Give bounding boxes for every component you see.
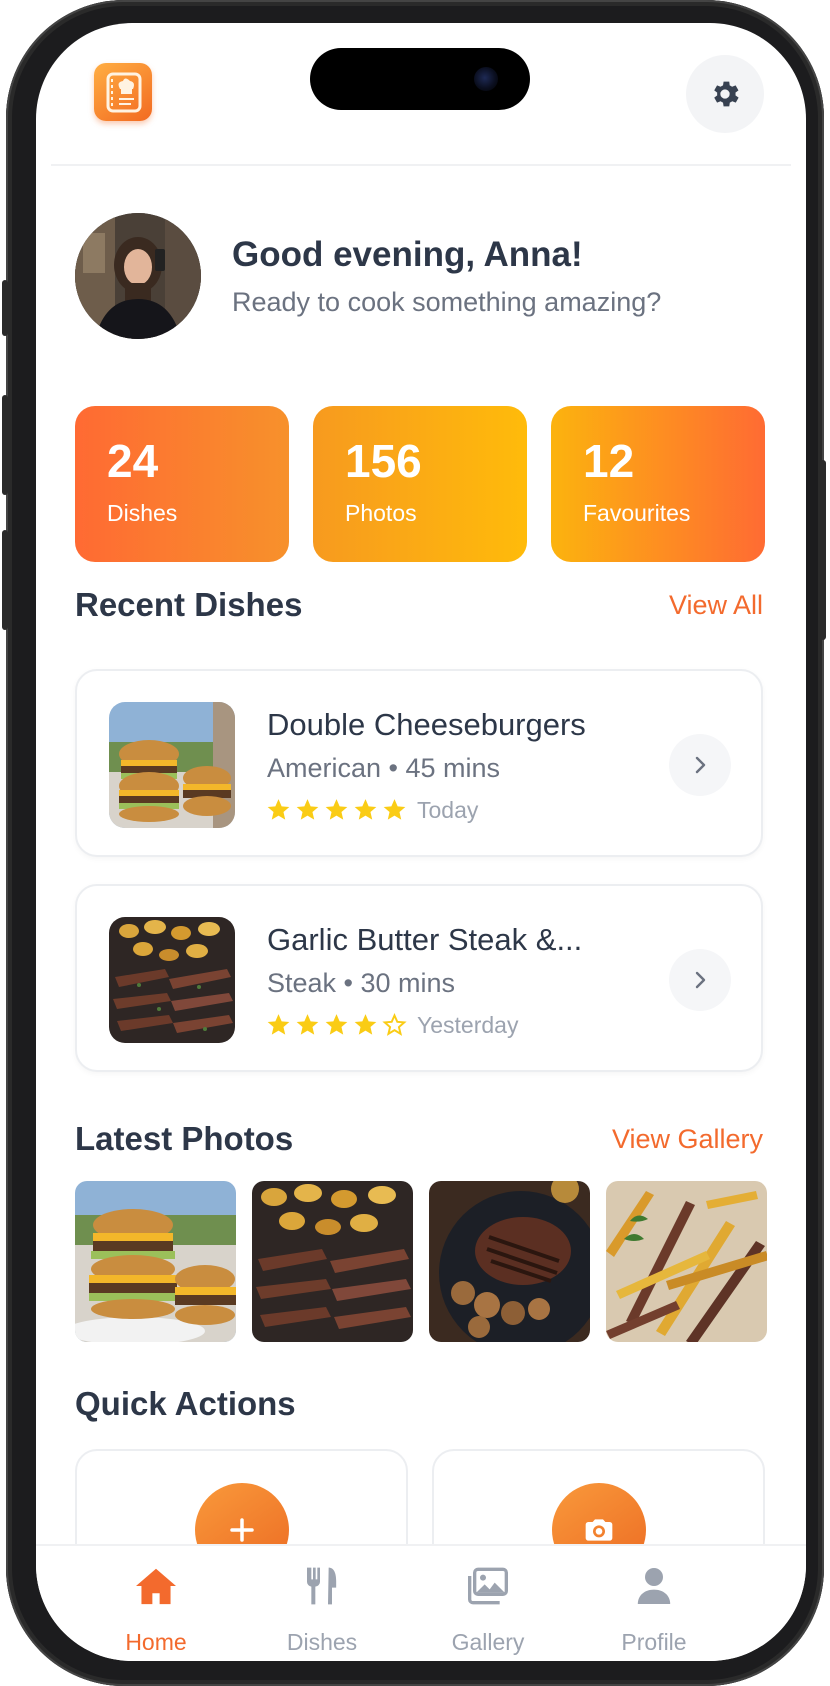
dish-thumbnail xyxy=(109,917,235,1043)
stat-label: Favourites xyxy=(583,500,691,526)
volume-down-button xyxy=(2,530,8,630)
stat-card-photos[interactable]: 156 Photos xyxy=(313,406,527,562)
star-filled-icon xyxy=(383,799,406,820)
nav-label: Gallery xyxy=(451,1629,525,1655)
star-filled-icon xyxy=(296,1014,319,1035)
nav-dishes[interactable]: Dishes xyxy=(247,1546,397,1661)
dish-card[interactable]: Garlic Butter Steak &... Steak • 30 mins… xyxy=(75,884,763,1072)
chevron-right-icon xyxy=(695,756,706,774)
view-all-link[interactable]: View All xyxy=(669,590,763,621)
open-dish-button[interactable] xyxy=(669,949,731,1011)
stat-value: 12 xyxy=(583,435,635,487)
star-filled-icon xyxy=(354,1014,377,1035)
home-icon xyxy=(136,1568,176,1605)
recent-dishes-title: Recent Dishes xyxy=(75,586,303,623)
images-icon xyxy=(468,1567,508,1605)
rating-stars xyxy=(265,1012,408,1038)
nav-home[interactable]: Home xyxy=(81,1546,231,1661)
dish-card[interactable]: Double Cheeseburgers American • 45 mins … xyxy=(75,669,763,857)
stat-value: 156 xyxy=(345,435,422,487)
dish-meta: Steak • 30 mins xyxy=(267,968,456,998)
dish-name: Garlic Butter Steak &... xyxy=(267,922,583,957)
power-button xyxy=(820,460,826,640)
dish-meta: American • 45 mins xyxy=(267,753,501,783)
silent-switch xyxy=(2,280,8,336)
dish-date: Yesterday xyxy=(417,1012,519,1038)
dish-date: Today xyxy=(417,797,479,823)
phone-frame: Good evening, Anna! Ready to cook someth… xyxy=(2,0,826,1686)
header-divider xyxy=(51,164,791,166)
app-screen: Good evening, Anna! Ready to cook someth… xyxy=(36,23,806,1661)
rating-stars xyxy=(265,797,408,823)
star-filled-icon xyxy=(296,799,319,820)
plus-icon xyxy=(230,1518,254,1542)
front-camera xyxy=(474,67,498,91)
star-filled-icon xyxy=(267,799,290,820)
user-icon xyxy=(637,1568,671,1604)
nav-label: Home xyxy=(125,1629,187,1655)
dish-thumbnail xyxy=(109,702,235,828)
gallery-photo[interactable] xyxy=(75,1181,236,1342)
star-filled-icon xyxy=(325,1014,348,1035)
star-filled-icon xyxy=(267,1014,290,1035)
gallery-photo[interactable] xyxy=(252,1181,413,1342)
utensils-icon xyxy=(307,1567,337,1605)
volume-up-button xyxy=(2,395,8,495)
dynamic-island xyxy=(310,48,530,110)
star-filled-icon xyxy=(325,799,348,820)
greeting-title: Good evening, Anna! xyxy=(232,235,583,274)
stat-value: 24 xyxy=(107,435,159,487)
nav-label: Dishes xyxy=(286,1629,358,1655)
view-gallery-link[interactable]: View Gallery xyxy=(612,1124,763,1155)
star-empty-icon xyxy=(382,1013,407,1036)
gallery-photo[interactable] xyxy=(429,1181,590,1342)
chevron-right-icon xyxy=(695,971,706,989)
quick-actions-title: Quick Actions xyxy=(75,1385,296,1422)
nav-profile[interactable]: Profile xyxy=(579,1546,729,1661)
greeting-subtitle: Ready to cook something amazing? xyxy=(232,287,662,317)
stat-card-favourites[interactable]: 12 Favourites xyxy=(551,406,765,562)
stat-label: Photos xyxy=(345,500,417,526)
camera-icon xyxy=(585,1519,613,1541)
chef-book-icon[interactable] xyxy=(94,63,152,121)
bottom-navigation: Home Dishes Gallery Profile xyxy=(36,1544,806,1661)
nav-gallery[interactable]: Gallery xyxy=(413,1546,563,1661)
open-dish-button[interactable] xyxy=(669,734,731,796)
star-filled-icon xyxy=(354,799,377,820)
gallery-photo[interactable] xyxy=(606,1181,767,1342)
latest-photos-title: Latest Photos xyxy=(75,1120,294,1157)
settings-button[interactable] xyxy=(686,55,764,133)
avatar[interactable] xyxy=(75,213,201,339)
stat-card-dishes[interactable]: 24 Dishes xyxy=(75,406,289,562)
gear-icon xyxy=(714,81,739,107)
dish-name: Double Cheeseburgers xyxy=(267,707,586,742)
stat-label: Dishes xyxy=(107,500,178,526)
nav-label: Profile xyxy=(621,1629,687,1655)
